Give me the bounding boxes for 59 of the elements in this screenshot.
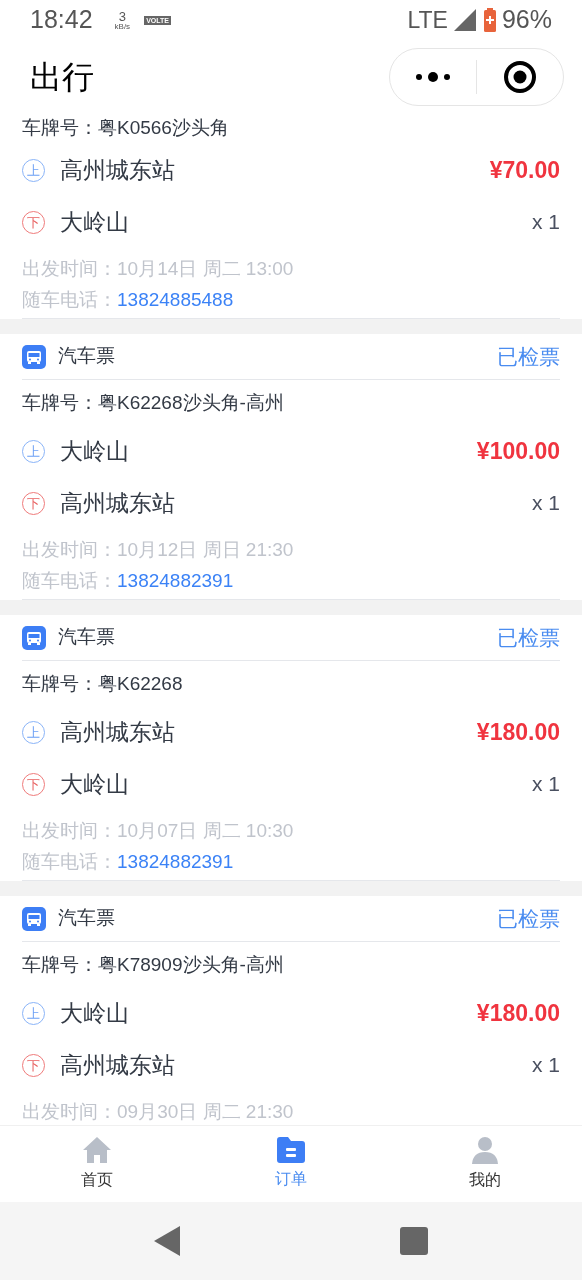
plate-number: 车牌号：粤K0566沙头角 <box>22 116 229 141</box>
ticket-status: 已检票 <box>497 624 560 651</box>
more-icon <box>415 70 451 83</box>
page-title: 出行 <box>30 57 94 97</box>
phone-label: 随车电话： <box>22 569 117 593</box>
order-card[interactable]: 车牌号：粤K0566沙头角 上 高州城东站 ¥70.00 下 大岭山 x 1 出发时间：10月14日 周二 13:00 随车电话：13824885488 <box>0 113 582 319</box>
ticket-quantity: x 1 <box>532 771 560 798</box>
ticket-quantity: x 1 <box>532 209 560 236</box>
signal-icon <box>453 9 476 31</box>
station-name: 大岭山 <box>60 436 129 466</box>
ticket-price: ¥180.00 <box>476 998 560 1028</box>
ticket-quantity: x 1 <box>532 1052 560 1079</box>
plate-number: 车牌号：粤K62268沙头角-高州 <box>22 391 284 416</box>
person-icon <box>471 1136 499 1164</box>
phone-link[interactable]: 13824882391 <box>117 565 234 596</box>
tab-item[interactable]: 首页 <box>0 1126 194 1202</box>
ticket-type: 汽车票 <box>58 906 115 931</box>
phone-link[interactable]: 13824885488 <box>117 284 234 315</box>
ticket-type: 汽车票 <box>58 344 115 369</box>
target-icon <box>503 59 537 94</box>
order-card[interactable]: 汽车票 已检票 车牌号：粤K62268 上 高州城东站 ¥180.00 下 大岭山 x 1 出发时间：10月07日 周二 10:30 随车电话：13824882391 <box>0 615 582 881</box>
ticket-quantity: x 1 <box>532 490 560 517</box>
station-name: 高州城东站 <box>60 488 175 518</box>
departure-time: 出发时间：09月30日 周二 21:30 <box>22 1100 295 1124</box>
battery-level: 96% <box>501 4 552 36</box>
order-card[interactable]: 汽车票 已检票 车牌号：粤K78909沙头角-高州 上 大岭山 ¥180.00 下 高州城东站 x 1 出发时间：09月30日 周二 21:30 <box>0 896 582 1125</box>
station-name: 高州城东站 <box>60 1050 175 1080</box>
station-name: 大岭山 <box>60 998 129 1028</box>
phone-label: 随车电话： <box>22 288 117 312</box>
phone-link[interactable]: 13824882391 <box>117 846 234 877</box>
ticket-price: ¥180.00 <box>476 717 560 747</box>
station-name: 大岭山 <box>60 769 129 799</box>
battery-icon <box>483 8 496 32</box>
ticket-price: ¥70.00 <box>489 155 560 185</box>
ticket-price: ¥100.00 <box>476 436 560 466</box>
bus-icon <box>22 625 46 650</box>
speed-unit: kB/s <box>114 22 131 31</box>
ticket-status: 已检票 <box>497 343 560 370</box>
departure-time: 出发时间：10月12日 周日 21:30 <box>22 538 295 562</box>
tab-item[interactable]: 我的 <box>388 1126 582 1202</box>
home-icon <box>82 1136 112 1164</box>
station-name: 高州城东站 <box>60 155 175 185</box>
station-name: 大岭山 <box>60 207 129 237</box>
speed-value: 3 <box>118 9 126 23</box>
departure-time: 出发时间：10月07日 周二 10:30 <box>22 819 295 843</box>
network-type: LTE <box>407 5 448 35</box>
plate-number: 车牌号：粤K78909沙头角-高州 <box>22 953 284 978</box>
plate-number: 车牌号：粤K62268 <box>22 672 183 697</box>
bus-icon <box>22 344 46 369</box>
station-name: 高州城东站 <box>60 717 175 747</box>
order-card[interactable]: 汽车票 已检票 车牌号：粤K62268沙头角-高州 上 大岭山 ¥100.00 下 高州城东站 x 1 出发时间：10月12日 周日 21:30 随车电话：13824882391 <box>0 334 582 600</box>
ticket-status: 已检票 <box>497 905 560 932</box>
status-time: 18:42 <box>30 4 93 36</box>
departure-time: 出发时间：10月14日 周二 13:00 <box>22 257 295 281</box>
back-icon[interactable] <box>154 1226 180 1256</box>
document-icon <box>277 1137 305 1163</box>
phone-label: 随车电话： <box>22 850 117 874</box>
bus-icon <box>22 906 46 931</box>
ticket-type: 汽车票 <box>58 625 115 650</box>
